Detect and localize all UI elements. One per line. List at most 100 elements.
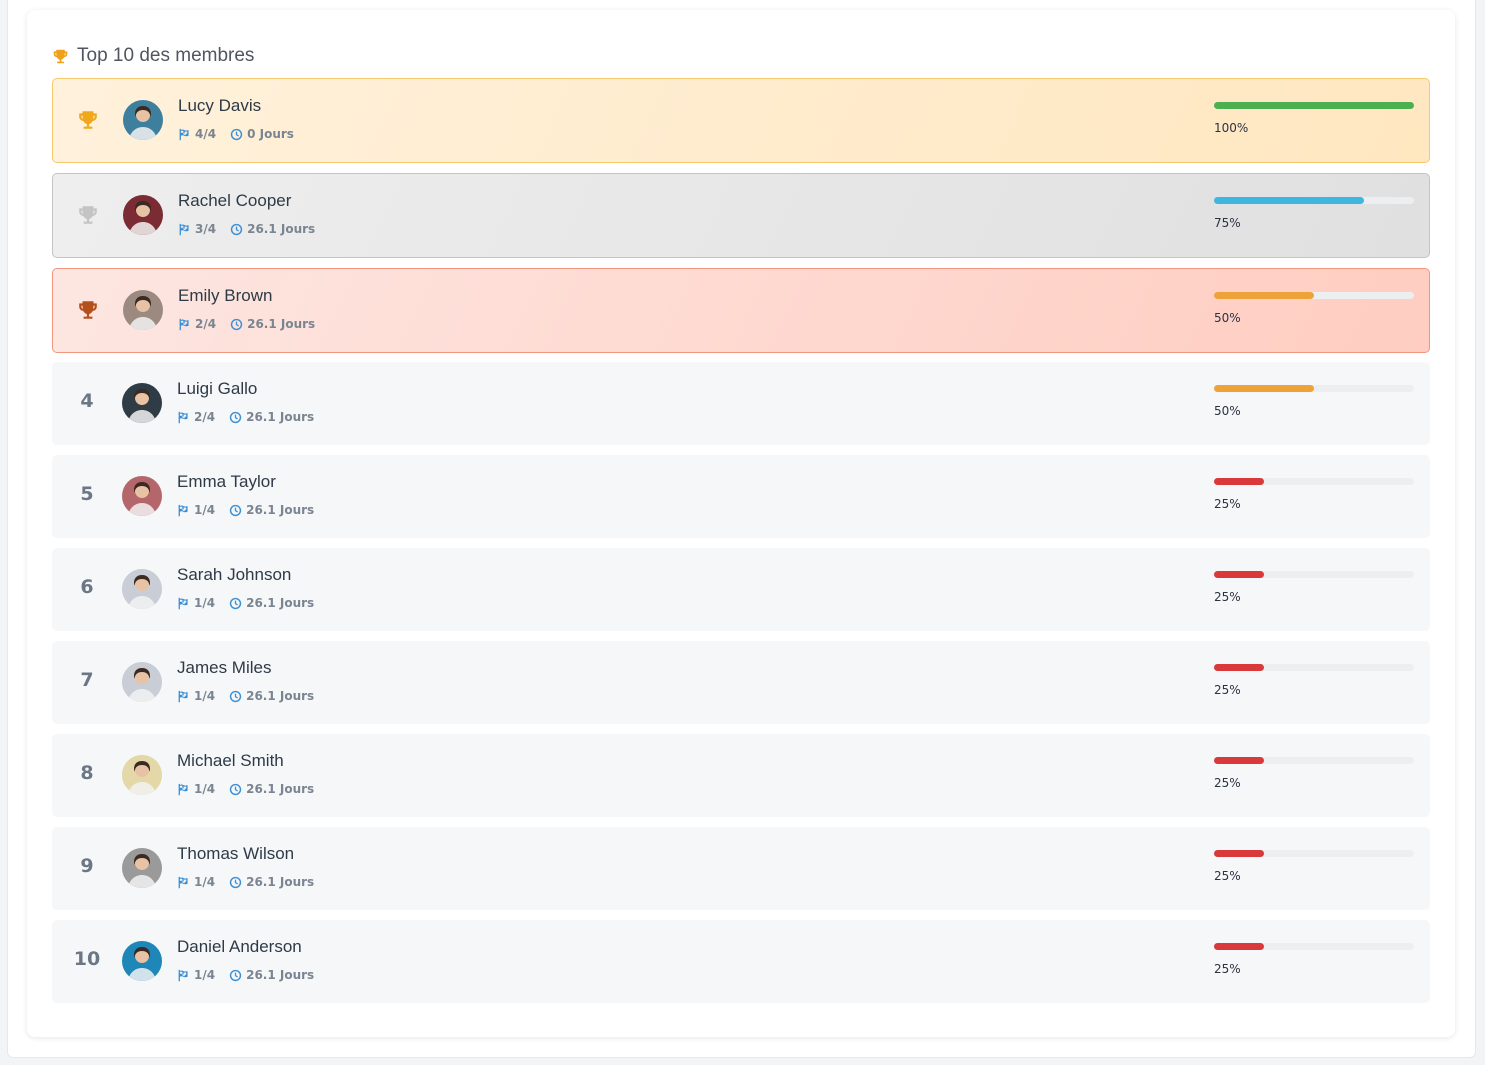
progress-bar-fill — [1214, 664, 1264, 671]
avatar[interactable] — [122, 476, 162, 516]
member-name[interactable]: Emily Brown — [178, 286, 272, 306]
time-stat: 26.1 Jours — [230, 317, 315, 331]
time-stat: 26.1 Jours — [230, 222, 315, 236]
flag-icon — [179, 318, 189, 330]
avatar-icon — [123, 100, 163, 140]
member-stats: 1/4 26.1 Jours — [177, 503, 314, 517]
leaderboard-row[interactable]: 8 Michael Smith 1/4 26.1 Jours 25% — [52, 734, 1430, 817]
clock-icon — [229, 969, 242, 981]
time-stat: 26.1 Jours — [229, 410, 314, 424]
challenges-count: 1/4 — [194, 689, 216, 703]
member-stats: 1/4 26.1 Jours — [177, 596, 314, 610]
clock-icon — [229, 690, 242, 702]
time-value: 26.1 Jours — [246, 503, 315, 517]
avatar[interactable] — [122, 848, 162, 888]
time-stat: 26.1 Jours — [229, 689, 314, 703]
progress-label: 25% — [1214, 497, 1241, 511]
progress-label: 25% — [1214, 776, 1241, 790]
challenges-stat: 1/4 — [177, 875, 215, 889]
avatar-icon — [122, 941, 162, 981]
leaderboard-heading: Top 10 des membres — [52, 44, 254, 68]
challenges-count: 3/4 — [195, 222, 217, 236]
challenges-count: 2/4 — [195, 317, 217, 331]
rank-number: 8 — [80, 762, 94, 784]
progress-label: 100% — [1214, 121, 1249, 135]
member-name[interactable]: Thomas Wilson — [177, 844, 294, 864]
avatar[interactable] — [123, 100, 163, 140]
progress-bar — [1214, 943, 1414, 950]
avatar-icon — [123, 195, 163, 235]
time-value: 26.1 Jours — [246, 782, 315, 796]
challenges-count: 2/4 — [194, 410, 216, 424]
avatar[interactable] — [122, 662, 162, 702]
avatar[interactable] — [122, 755, 162, 795]
time-value: 26.1 Jours — [247, 317, 316, 331]
leaderboard-title: Top 10 des membres — [77, 45, 255, 66]
leaderboard-row[interactable]: 10 Daniel Anderson 1/4 26.1 Jours 25% — [52, 920, 1430, 1003]
leaderboard-row[interactable]: 6 Sarah Johnson 1/4 26.1 Jours 25% — [52, 548, 1430, 631]
avatar-icon — [122, 848, 162, 888]
challenges-count: 1/4 — [194, 968, 216, 982]
avatar-icon — [122, 662, 162, 702]
member-stats: 4/4 0 Jours — [178, 127, 294, 141]
leaderboard-row[interactable]: 9 Thomas Wilson 1/4 26.1 Jours 25% — [52, 827, 1430, 910]
avatar[interactable] — [123, 290, 163, 330]
progress-label: 25% — [1214, 869, 1241, 883]
avatar-icon — [123, 290, 163, 330]
clock-icon — [229, 597, 242, 609]
challenges-count: 4/4 — [195, 127, 217, 141]
member-name[interactable]: Luigi Gallo — [177, 379, 257, 399]
progress-bar-fill — [1214, 943, 1264, 950]
progress-label: 25% — [1214, 962, 1241, 976]
progress-bar — [1214, 757, 1414, 764]
flag-icon — [178, 969, 188, 981]
progress-bar-fill — [1214, 197, 1364, 204]
avatar[interactable] — [123, 195, 163, 235]
leaderboard-row[interactable]: Lucy Davis 4/4 0 Jours 100% — [52, 78, 1430, 163]
progress-label: 25% — [1214, 590, 1241, 604]
challenges-count: 1/4 — [194, 782, 216, 796]
clock-icon — [229, 783, 242, 795]
rank-number: 5 — [80, 483, 94, 505]
member-name[interactable]: Daniel Anderson — [177, 937, 302, 957]
leaderboard-row[interactable]: 5 Emma Taylor 1/4 26.1 Jours 25% — [52, 455, 1430, 538]
avatar[interactable] — [122, 941, 162, 981]
challenges-count: 1/4 — [194, 875, 216, 889]
member-name[interactable]: Sarah Johnson — [177, 565, 291, 585]
trophy-icon — [53, 49, 68, 63]
member-stats: 2/4 26.1 Jours — [178, 317, 315, 331]
member-name[interactable]: Rachel Cooper — [178, 191, 291, 211]
rank-number: 10 — [73, 948, 101, 970]
flag-icon — [178, 411, 188, 423]
progress-label: 50% — [1214, 311, 1241, 325]
avatar[interactable] — [122, 569, 162, 609]
flag-icon — [178, 504, 188, 516]
flag-icon — [179, 223, 189, 235]
progress-bar — [1214, 850, 1414, 857]
time-stat: 26.1 Jours — [229, 503, 314, 517]
leaderboard-row[interactable]: Rachel Cooper 3/4 26.1 Jours 75% — [52, 173, 1430, 258]
member-name[interactable]: Michael Smith — [177, 751, 284, 771]
progress-bar — [1214, 385, 1414, 392]
time-value: 26.1 Jours — [246, 410, 315, 424]
challenges-count: 1/4 — [194, 596, 216, 610]
challenges-count: 1/4 — [194, 503, 216, 517]
member-name[interactable]: James Miles — [177, 658, 271, 678]
progress-bar-fill — [1214, 102, 1414, 109]
avatar-icon — [122, 383, 162, 423]
avatar[interactable] — [122, 383, 162, 423]
avatar-icon — [122, 476, 162, 516]
leaderboard-row[interactable]: Emily Brown 2/4 26.1 Jours 50% — [52, 268, 1430, 353]
challenges-stat: 3/4 — [178, 222, 216, 236]
member-name[interactable]: Lucy Davis — [178, 96, 261, 116]
member-name[interactable]: Emma Taylor — [177, 472, 276, 492]
progress-label: 25% — [1214, 683, 1241, 697]
progress-bar-fill — [1214, 292, 1314, 299]
leaderboard-row[interactable]: 4 Luigi Gallo 2/4 26.1 Jours 50% — [52, 362, 1430, 445]
rank-number: 7 — [80, 669, 94, 691]
clock-icon — [229, 504, 242, 516]
progress-bar — [1214, 197, 1414, 204]
member-stats: 1/4 26.1 Jours — [177, 782, 314, 796]
time-value: 26.1 Jours — [247, 222, 316, 236]
leaderboard-row[interactable]: 7 James Miles 1/4 26.1 Jours 25% — [52, 641, 1430, 724]
